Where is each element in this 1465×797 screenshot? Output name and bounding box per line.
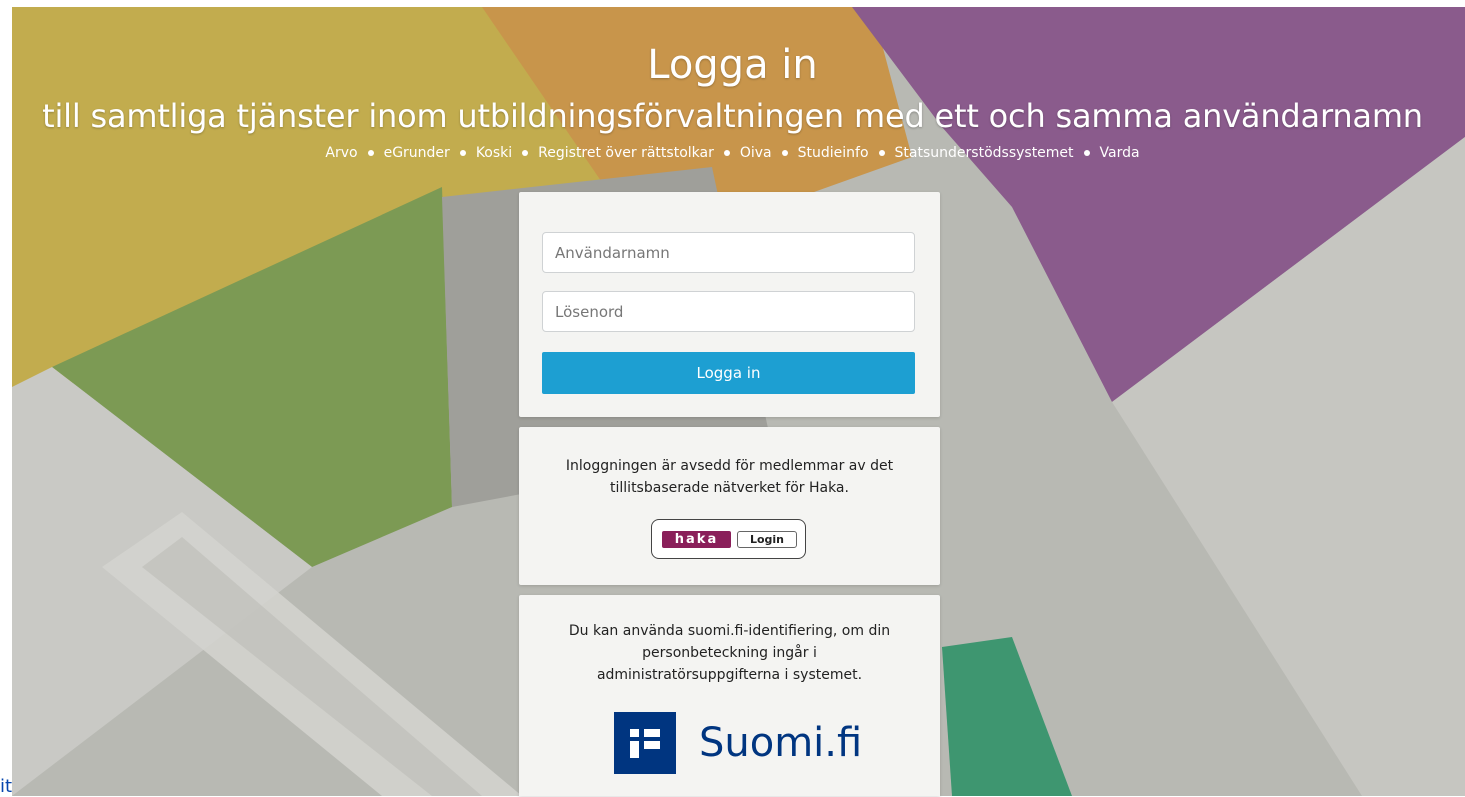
service-item: eGrunder [383,145,450,161]
bullet-separator [1083,150,1090,156]
service-item: Statsunderstödssystemet [894,145,1074,161]
haka-login-label: Login [737,531,797,548]
haka-login-button[interactable]: haka Login [651,519,806,559]
page-subtitle: till samtliga tjänster inom utbildningsf… [42,97,1423,135]
haka-card: Inloggningen är avsedd för medlemmar av … [519,427,940,585]
bullet-separator [723,150,730,156]
service-item: Oiva [739,145,772,161]
services-list: Arvo eGrunder Koski Registret över rättstol… [0,144,1465,162]
suomi-card: Du kan använda suomi.fi-identifiering, o… [519,595,940,796]
bullet-separator [522,150,529,156]
suomi-login-button[interactable]: Suomi.fi [614,712,862,774]
suomi-logo-icon [614,712,676,774]
login-card: Logga in [519,192,940,417]
suomi-info-text: Du kan använda suomi.fi-identifiering, o… [568,623,891,683]
login-button[interactable]: Logga in [542,352,915,394]
bullet-separator [367,150,374,156]
bullet-separator [781,150,788,156]
haka-logo: haka [662,531,731,548]
service-item: Registret över rättstolkar [538,145,714,161]
service-item: Arvo [325,145,358,161]
haka-info-text: Inloggningen är avsedd för medlemmar av … [565,458,894,496]
service-item: Varda [1099,145,1140,161]
password-input[interactable] [542,291,915,332]
username-input[interactable] [542,232,915,273]
service-item: Studieinfo [797,145,869,161]
service-item: Koski [475,145,513,161]
corner-link[interactable]: it [0,776,12,797]
suomi-logo-text: Suomi.fi [699,720,863,766]
bullet-separator [459,150,466,156]
bullet-separator [878,150,885,156]
page-header: Logga in till samtliga tjänster inom utb… [0,40,1465,162]
page-title: Logga in [647,42,818,88]
